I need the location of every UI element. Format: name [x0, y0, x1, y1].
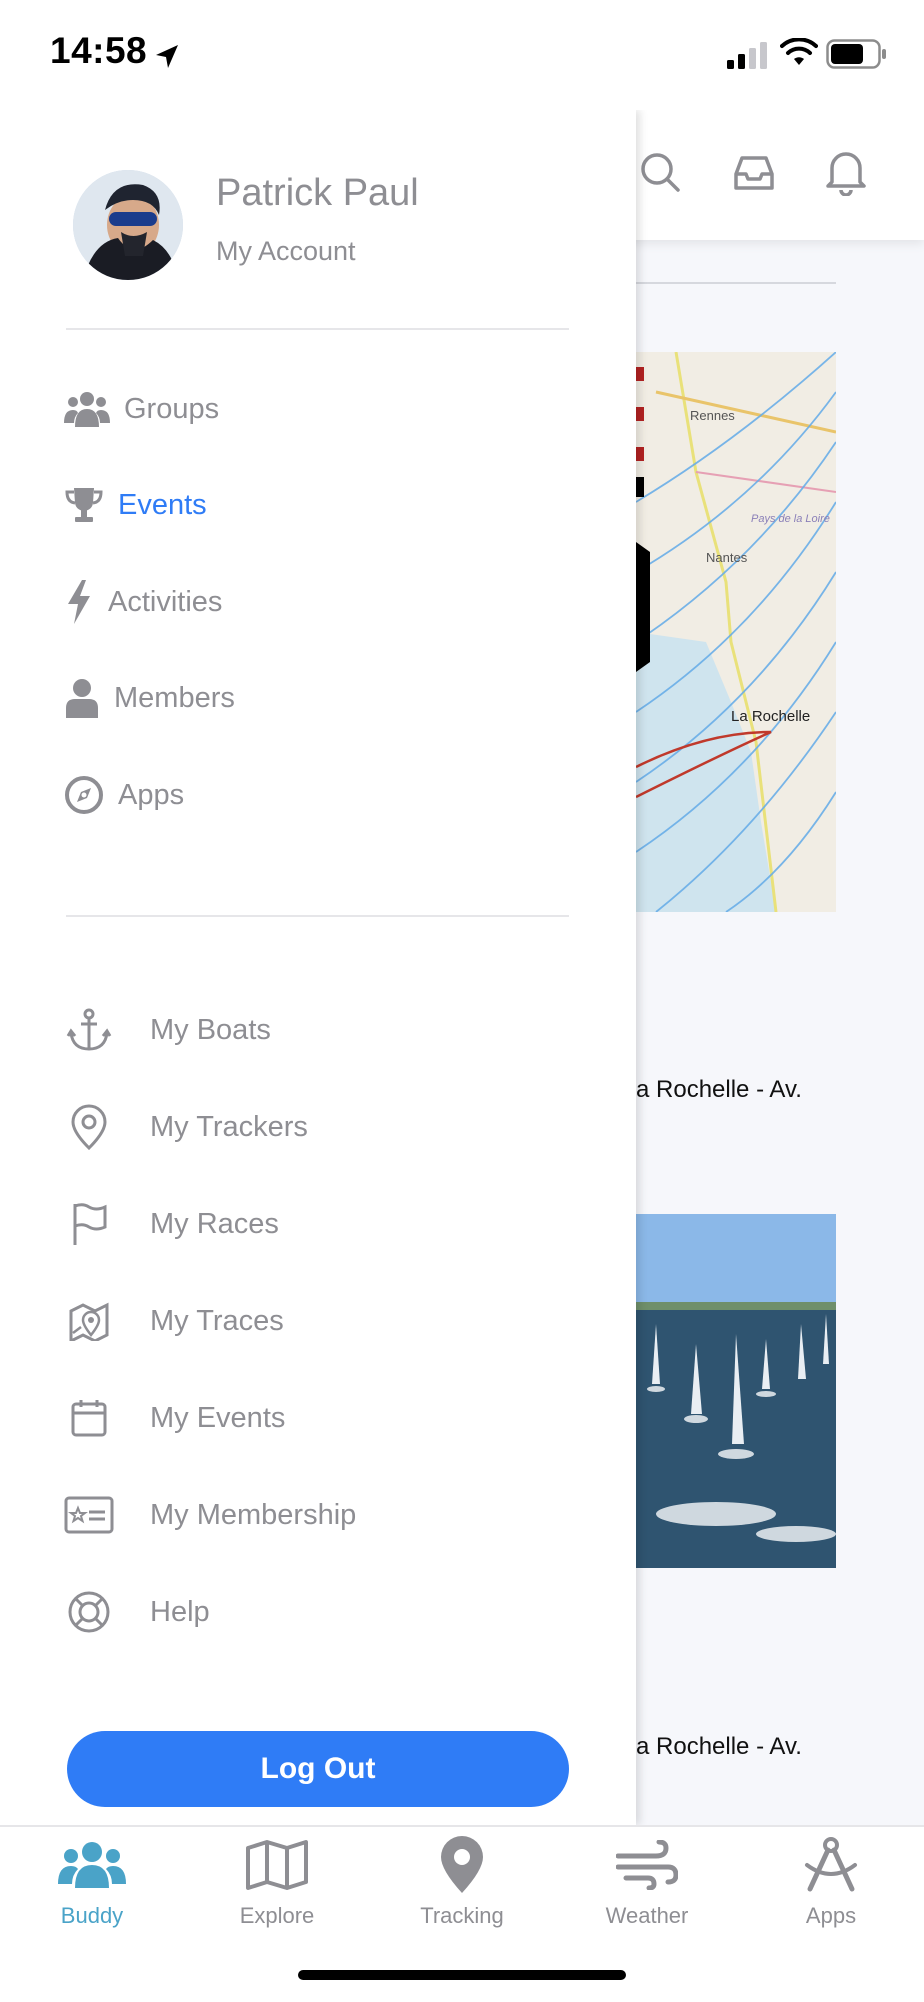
menu-item-my-boats[interactable]: My Boats [64, 995, 271, 1065]
tab-tracking[interactable]: Tracking [370, 1833, 554, 1943]
signal-icon [727, 42, 767, 69]
compass-icon [64, 772, 104, 818]
logout-button[interactable]: Log Out [67, 1731, 569, 1807]
tab-label: Weather [605, 1903, 689, 1928]
anchor-icon [64, 1005, 114, 1055]
tab-explore[interactable]: Explore [185, 1833, 369, 1943]
tab-label: Explore [239, 1903, 315, 1928]
buddy-icon [57, 1833, 127, 1897]
flag-icon [64, 1199, 114, 1249]
tab-label: Tracking [420, 1903, 504, 1928]
battery-icon [826, 39, 886, 69]
tab-apps[interactable]: Apps [739, 1833, 923, 1943]
menu-item-label: My Membership [150, 1498, 357, 1531]
location-pin-icon [64, 1102, 114, 1152]
feed-divider [636, 282, 836, 284]
trophy-icon [64, 482, 104, 528]
status-time: 14:58 [50, 30, 148, 71]
lifebuoy-icon [64, 1587, 114, 1637]
avatar[interactable] [73, 170, 183, 280]
calendar-icon [64, 1393, 114, 1443]
menu-item-label: Help [150, 1595, 210, 1628]
map-icon [242, 1833, 312, 1897]
menu-item-my-membership[interactable]: My Membership [64, 1480, 356, 1550]
bolt-icon [64, 579, 94, 625]
menu-item-label: Members [114, 681, 235, 714]
menu-item-my-trackers[interactable]: My Trackers [64, 1092, 308, 1162]
menu-item-members[interactable]: Members [64, 663, 235, 733]
my-account-link[interactable]: My Account [216, 236, 356, 267]
menu-item-label: Events [118, 488, 207, 521]
user-name[interactable]: Patrick Paul [216, 172, 419, 215]
bell-icon[interactable] [824, 148, 868, 196]
menu-item-my-traces[interactable]: My Traces [64, 1286, 284, 1356]
map-label-la-rochelle: La Rochelle [731, 708, 810, 725]
side-drawer [0, 110, 636, 1825]
menu-item-help[interactable]: Help [64, 1577, 210, 1647]
drawer-divider-top [66, 328, 569, 330]
member-card-icon [64, 1490, 114, 1540]
drawer-divider-middle [66, 915, 569, 917]
location-arrow-icon [156, 45, 178, 68]
groups-icon [64, 386, 110, 432]
tab-weather[interactable]: Weather [555, 1833, 739, 1943]
tab-label: Apps [805, 1903, 857, 1928]
event-photo-image[interactable] [636, 1214, 836, 1568]
search-icon[interactable] [638, 150, 682, 194]
menu-item-label: Apps [118, 778, 185, 811]
menu-item-groups[interactable]: Groups [64, 374, 219, 444]
menu-item-apps[interactable]: Apps [64, 760, 184, 830]
menu-item-activities[interactable]: Activities [64, 567, 222, 637]
menu-item-my-races[interactable]: My Races [64, 1189, 279, 1259]
menu-item-label: My Events [150, 1401, 286, 1434]
tab-label: Buddy [60, 1903, 124, 1928]
menu-item-label: My Traces [150, 1304, 284, 1337]
wind-icon [612, 1833, 682, 1897]
map-trace-icon [64, 1296, 114, 1346]
event-title-1[interactable]: a Rochelle - Av. [636, 1076, 802, 1104]
menu-item-label: Activities [108, 585, 223, 618]
inbox-icon[interactable] [732, 150, 776, 194]
menu-item-events[interactable]: Events [64, 470, 207, 540]
menu-item-label: Groups [124, 392, 220, 425]
home-indicator[interactable] [298, 1970, 626, 1980]
menu-item-label: My Races [150, 1207, 279, 1240]
tracking-pin-icon [427, 1833, 497, 1897]
event-title-2[interactable]: a Rochelle - Av. [636, 1733, 802, 1761]
status-bar: 14:58 [0, 0, 924, 110]
apps-compass-icon [796, 1833, 866, 1897]
menu-item-label: My Boats [150, 1013, 271, 1046]
tab-buddy[interactable]: Buddy [0, 1833, 184, 1943]
menu-item-my-events[interactable]: My Events [64, 1383, 285, 1453]
wifi-icon [780, 38, 818, 65]
person-icon [64, 675, 100, 721]
map-label-rennes: Rennes [690, 408, 735, 423]
map-label-region: Pays de la Loire [751, 513, 830, 525]
menu-item-label: My Trackers [150, 1110, 308, 1143]
event-map-image[interactable]: Rennes Pays de la Loire Nantes La Rochel… [636, 352, 836, 912]
map-label-nantes: Nantes [706, 550, 748, 565]
